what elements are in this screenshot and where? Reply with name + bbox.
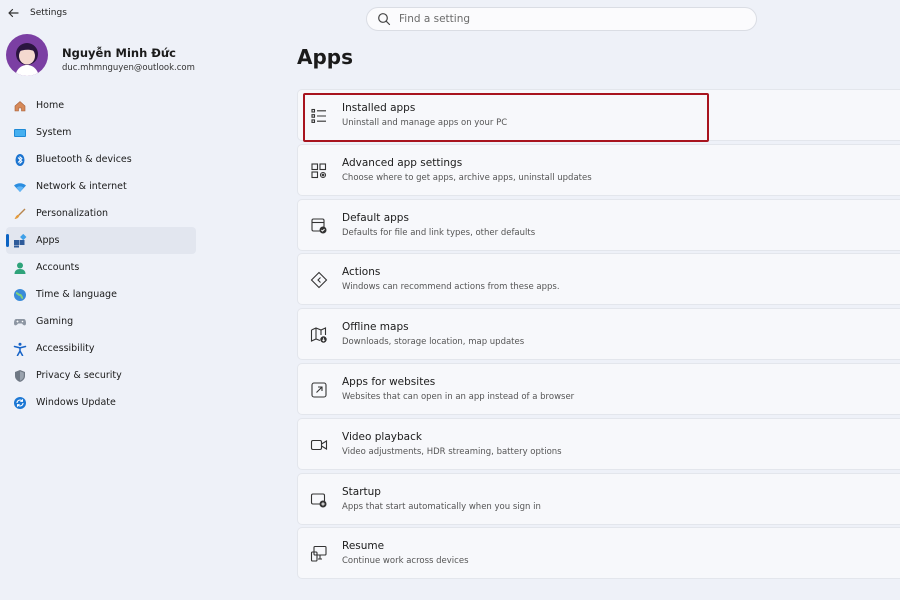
- card-default-apps[interactable]: Default apps Defaults for file and link …: [297, 198, 900, 251]
- sidebar-item-network[interactable]: Network & internet: [6, 173, 196, 200]
- card-title: Resume: [342, 540, 385, 553]
- sidebar-item-label: Gaming: [36, 316, 74, 327]
- search-box[interactable]: [366, 7, 757, 31]
- card-advanced-app-settings[interactable]: Advanced app settings Choose where to ge…: [297, 143, 900, 196]
- page-title: Apps: [297, 45, 354, 69]
- sidebar-item-privacy[interactable]: Privacy & security: [6, 362, 196, 389]
- system-icon: [12, 125, 28, 141]
- user-name: Nguyễn Minh Đức: [62, 46, 176, 60]
- card-title: Startup: [342, 485, 381, 498]
- globe-icon: [12, 287, 28, 303]
- app-settings-icon: [311, 163, 327, 178]
- bluetooth-icon: [12, 152, 28, 168]
- actions-icon: [310, 272, 328, 289]
- sidebar-item-apps[interactable]: Apps: [6, 227, 196, 254]
- sidebar-item-bluetooth[interactable]: Bluetooth & devices: [6, 146, 196, 173]
- sidebar-item-label: Accounts: [36, 262, 80, 273]
- sidebar-item-windows-update[interactable]: Windows Update: [6, 389, 196, 416]
- wifi-icon: [12, 179, 28, 195]
- card-subtitle: Defaults for file and link types, other …: [342, 227, 536, 238]
- card-subtitle: Continue work across devices: [342, 556, 469, 567]
- shield-icon: [12, 368, 28, 384]
- search-icon: [378, 13, 391, 26]
- video-icon: [310, 439, 328, 450]
- card-startup[interactable]: Startup Apps that start automatically wh…: [297, 472, 900, 525]
- search-input[interactable]: [399, 13, 719, 25]
- card-apps-for-websites[interactable]: Apps for websites Websites that can open…: [297, 362, 900, 415]
- sidebar-item-accessibility[interactable]: Accessibility: [6, 335, 196, 362]
- card-title: Offline maps: [342, 321, 409, 334]
- sidebar-item-home[interactable]: Home: [6, 92, 196, 119]
- resume-icon: [310, 546, 327, 562]
- card-video-playback[interactable]: Video playback Video adjustments, HDR st…: [297, 417, 900, 470]
- card-title: Apps for websites: [342, 375, 436, 388]
- user-email: duc.mhmnguyen@outlook.com: [62, 63, 195, 73]
- card-subtitle: Choose where to get apps, archive apps, …: [342, 172, 592, 183]
- sidebar-item-system[interactable]: System: [6, 119, 196, 146]
- card-title: Advanced app settings: [342, 156, 463, 169]
- gamepad-icon: [12, 314, 28, 330]
- user-profile[interactable]: Nguyễn Minh Đức duc.mhmnguyen@outlook.co…: [6, 34, 266, 80]
- accessibility-icon: [12, 341, 28, 357]
- back-arrow-icon[interactable]: [4, 5, 22, 21]
- open-external-icon: [311, 382, 327, 398]
- sidebar-item-label: Time & language: [36, 289, 117, 300]
- sidebar-item-accounts[interactable]: Accounts: [6, 254, 196, 281]
- sidebar-item-time-language[interactable]: Time & language: [6, 281, 196, 308]
- card-offline-maps[interactable]: Offline maps Downloads, storage location…: [297, 308, 900, 361]
- sidebar-item-label: Network & internet: [36, 181, 127, 192]
- home-icon: [12, 98, 28, 114]
- sidebar-item-label: Privacy & security: [36, 370, 122, 381]
- card-installed-apps[interactable]: Installed apps Uninstall and manage apps…: [297, 89, 900, 142]
- sidebar-item-label: System: [36, 127, 72, 138]
- sidebar-item-label: Home: [36, 100, 65, 111]
- card-title: Installed apps: [342, 102, 416, 114]
- settings-card-list: Installed apps Uninstall and manage apps…: [297, 89, 900, 582]
- sidebar-item-personalization[interactable]: Personalization: [6, 200, 196, 227]
- card-actions[interactable]: Actions Windows can recommend actions fr…: [297, 253, 900, 306]
- map-icon: [310, 327, 327, 343]
- card-resume[interactable]: Resume Continue work across devices: [297, 527, 900, 580]
- app-title: Settings: [30, 8, 67, 18]
- sidebar-item-label: Personalization: [36, 208, 109, 219]
- card-subtitle: Websites that can open in an app instead…: [342, 391, 575, 402]
- list-icon: [311, 108, 326, 123]
- startup-icon: [310, 493, 327, 508]
- avatar: [6, 34, 48, 76]
- apps-icon: [12, 233, 28, 249]
- card-title: Actions: [342, 266, 381, 279]
- update-icon: [12, 395, 28, 411]
- sidebar: Home System Bluetooth & devices Network …: [6, 92, 196, 416]
- sidebar-item-label: Bluetooth & devices: [36, 154, 132, 165]
- sidebar-item-label: Windows Update: [36, 397, 116, 408]
- active-indicator: [6, 234, 9, 247]
- sidebar-item-label: Accessibility: [36, 343, 95, 354]
- card-subtitle: Video adjustments, HDR streaming, batter…: [342, 446, 562, 457]
- card-subtitle: Windows can recommend actions from these…: [342, 282, 560, 293]
- card-title: Video playback: [342, 430, 422, 443]
- card-subtitle: Apps that start automatically when you s…: [342, 501, 541, 512]
- card-title: Default apps: [342, 211, 409, 224]
- card-subtitle: Uninstall and manage apps on your PC: [342, 118, 508, 128]
- sidebar-item-gaming[interactable]: Gaming: [6, 308, 196, 335]
- brush-icon: [12, 206, 28, 222]
- sidebar-item-label: Apps: [36, 235, 60, 246]
- default-apps-icon: [311, 218, 327, 234]
- accounts-icon: [12, 260, 28, 276]
- card-subtitle: Downloads, storage location, map updates: [342, 337, 525, 348]
